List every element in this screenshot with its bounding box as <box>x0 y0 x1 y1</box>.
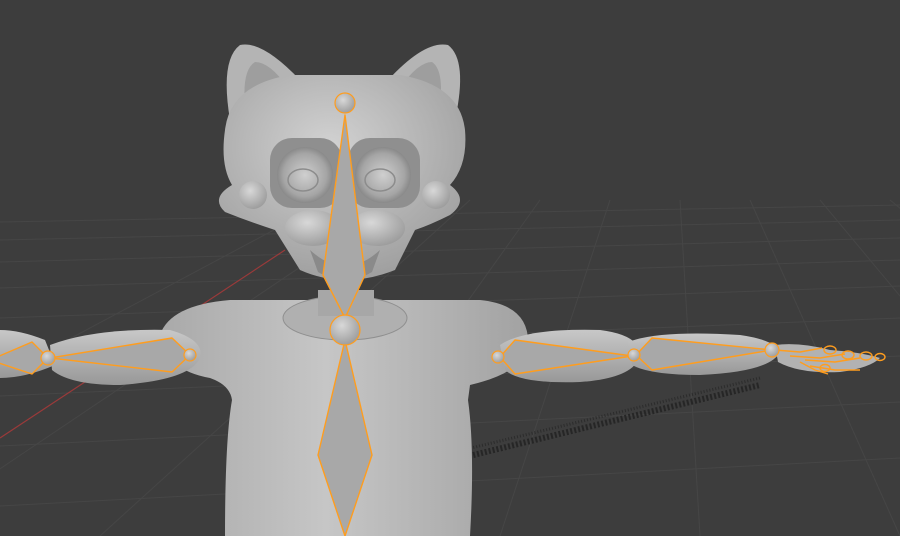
joint-wrist-right[interactable] <box>764 342 780 358</box>
viewport-canvas[interactable] <box>0 0 900 536</box>
3d-viewport[interactable] <box>0 0 900 536</box>
joint-elbow-right[interactable] <box>627 348 641 362</box>
joint-elbow-left[interactable] <box>40 350 56 366</box>
right-eye <box>355 147 411 203</box>
joint-neck[interactable] <box>329 314 361 346</box>
joint-head-tip[interactable] <box>334 92 356 114</box>
right-cheek <box>422 181 450 209</box>
left-eye <box>277 147 333 203</box>
joint-shoulder-right[interactable] <box>491 350 505 364</box>
joint-shoulder-left[interactable] <box>183 348 197 362</box>
left-cheek <box>239 181 267 209</box>
